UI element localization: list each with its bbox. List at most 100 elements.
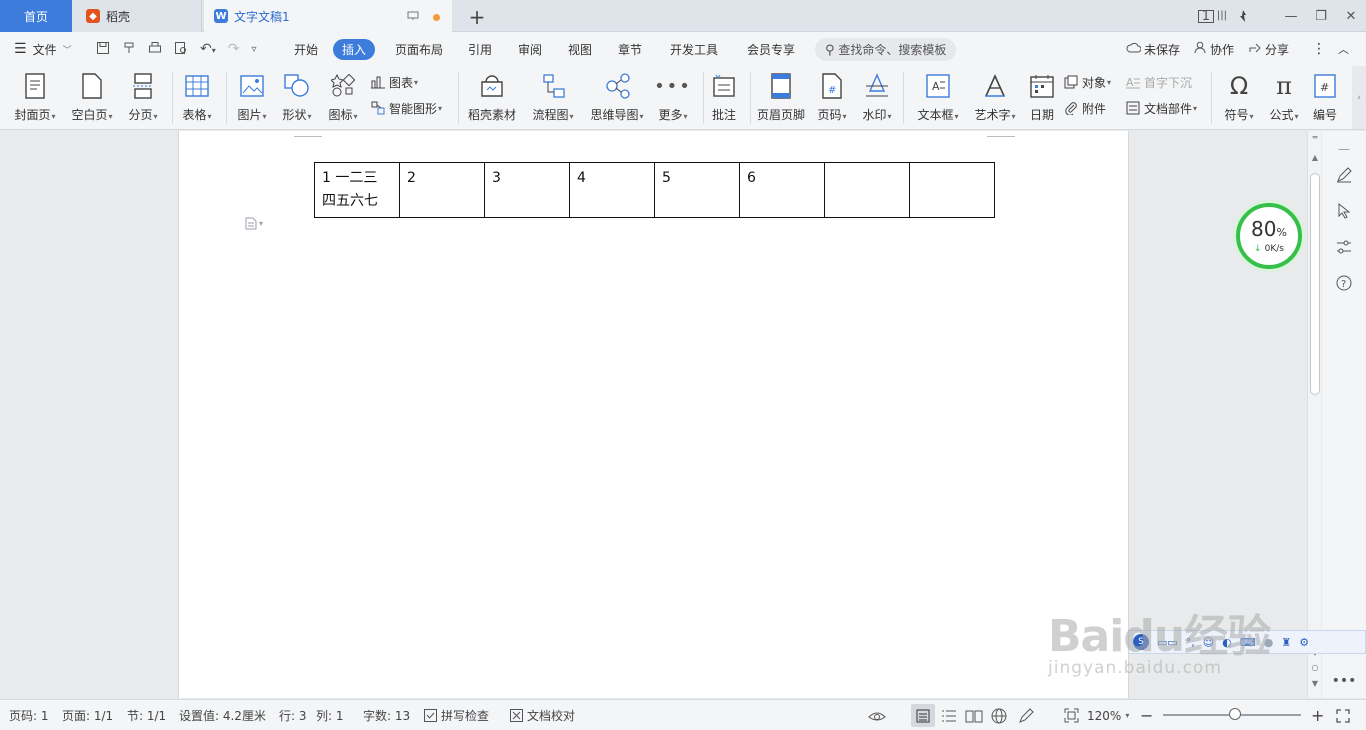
fullscreen-icon[interactable]	[1336, 700, 1350, 730]
scroll-next-icon[interactable]: ▼	[1308, 679, 1322, 688]
smart-art-button[interactable]: 智能图形 ▾	[371, 97, 442, 119]
page-break-button[interactable]: 分页▾	[114, 70, 172, 126]
redo-icon[interactable]: ↷	[228, 41, 240, 57]
proofread-button[interactable]: 文档校对	[510, 700, 575, 730]
ime-emoji-icon[interactable]: ☺	[1203, 636, 1214, 649]
cover-page-button[interactable]: 封面页▾	[6, 70, 64, 126]
numbering-button[interactable]: # 编号	[1296, 70, 1354, 126]
page-view-icon[interactable]	[911, 704, 935, 727]
table-cell[interactable]: 1 一二三 四五六七	[314, 162, 400, 218]
ime-logo-icon[interactable]: S	[1133, 634, 1149, 650]
table-cell[interactable]: 3	[484, 162, 570, 218]
comment-button[interactable]: 批注	[695, 70, 753, 126]
web-view-icon[interactable]	[991, 700, 1007, 730]
outline-view-icon[interactable]	[941, 700, 957, 730]
more-button[interactable]: ••• 更多▾	[644, 70, 702, 126]
object-button[interactable]: 对象 ▾	[1064, 71, 1111, 93]
icon-button[interactable]: 图标▾	[314, 70, 372, 126]
file-menu[interactable]: ☰ 文件 ﹀	[14, 32, 72, 66]
scrollbar-thumb[interactable]	[1310, 173, 1320, 395]
attachment-button[interactable]: 附件	[1064, 97, 1106, 119]
zoom-dropdown[interactable]: 120% ▾	[1087, 700, 1129, 730]
status-word-count[interactable]: 字数: 13	[363, 700, 410, 730]
collaborate-button[interactable]: 协作	[1194, 32, 1234, 66]
text-box-button[interactable]: A 文本框▾	[909, 70, 967, 126]
write-mode-icon[interactable]	[1018, 700, 1034, 730]
zoom-slider-handle[interactable]	[1229, 708, 1241, 720]
date-button[interactable]: 日期	[1013, 70, 1071, 126]
status-pages[interactable]: 页面: 1/1	[62, 700, 113, 730]
close-button[interactable]: ✕	[1336, 9, 1366, 24]
tab-references[interactable]: 引用	[466, 32, 494, 66]
status-position[interactable]: 设置值: 4.2厘米	[179, 700, 266, 730]
zoom-out-button[interactable]: −	[1140, 700, 1153, 730]
tab-review[interactable]: 审阅	[516, 32, 544, 66]
ime-punct-icon[interactable]: °,	[1186, 636, 1195, 649]
tab-developer[interactable]: 开发工具	[668, 32, 720, 66]
tab-docer[interactable]: ◆ 稻壳	[72, 0, 202, 32]
status-page-number[interactable]: 页码: 1	[9, 700, 49, 730]
tab-start[interactable]: 开始	[292, 32, 320, 66]
scroll-up-icon[interactable]: ▲	[1308, 153, 1322, 162]
chart-button[interactable]: 图表 ▾	[371, 71, 418, 93]
monitor-icon[interactable]	[407, 10, 419, 24]
format-painter-icon[interactable]	[122, 41, 136, 58]
document-table[interactable]: 1 一二三 四五六七 2 3 4 5 6	[314, 162, 995, 218]
help-icon[interactable]: ?	[1332, 271, 1356, 295]
table-button[interactable]: 表格▾	[168, 70, 226, 126]
command-search-box[interactable]: ⚲ 查找命令、搜索模板	[815, 37, 957, 61]
ime-settings-icon[interactable]: ⚙	[1299, 636, 1309, 649]
network-speed-widget[interactable]: 80% ↓ 0K/s	[1236, 203, 1302, 269]
pen-icon[interactable]	[1332, 163, 1356, 187]
command-search[interactable]: ⚲ 查找命令、搜索模板	[815, 32, 957, 66]
customize-toolbar-icon[interactable]: ▿	[251, 44, 256, 55]
doc-parts-button[interactable]: 文档部件 ▾	[1126, 97, 1197, 119]
paragraph-options-icon[interactable]: ▾	[245, 217, 263, 230]
tab-insert[interactable]: 插入	[333, 32, 376, 66]
select-browse-object-icon[interactable]: ○	[1308, 663, 1322, 672]
fit-page-icon[interactable]	[1064, 700, 1079, 730]
new-tab-button[interactable]: +	[466, 5, 488, 29]
window-switch-button[interactable]: 1 |||	[1198, 9, 1228, 23]
zoom-in-button[interactable]: +	[1311, 700, 1324, 730]
ribbon-scroll-right-icon[interactable]: ›	[1352, 66, 1366, 129]
share-button[interactable]: 分享	[1248, 32, 1289, 66]
pointer-icon[interactable]	[1332, 199, 1356, 223]
status-section[interactable]: 节: 1/1	[127, 700, 166, 730]
panel-collapse-icon[interactable]: —	[1332, 137, 1356, 161]
flowchart-button[interactable]: 流程图▾	[524, 70, 582, 126]
drop-cap-button[interactable]: A 首字下沉	[1126, 71, 1192, 93]
unsaved-button[interactable]: 未保存	[1126, 32, 1180, 66]
scroll-split-icon[interactable]: ═	[1308, 133, 1322, 142]
tab-member[interactable]: 会员专享	[745, 32, 797, 66]
table-cell[interactable]	[909, 162, 995, 218]
mind-map-button[interactable]: 思维导图▾	[586, 70, 648, 126]
undo-icon[interactable]: ↶▾	[200, 41, 216, 57]
tab-chapter[interactable]: 章节	[616, 32, 644, 66]
save-icon[interactable]	[96, 41, 110, 58]
table-cell[interactable]: 5	[654, 162, 740, 218]
restore-button[interactable]: ❐	[1306, 9, 1336, 24]
vertical-scrollbar[interactable]: ═ ▲ ▼ ○ ▼	[1307, 131, 1321, 698]
ime-user-icon[interactable]: ●	[1264, 636, 1274, 649]
tab-document[interactable]: W 文字文稿1	[204, 0, 452, 32]
tab-home[interactable]: 首页	[0, 0, 72, 32]
tab-view[interactable]: 视图	[566, 32, 594, 66]
print-icon[interactable]	[148, 41, 162, 58]
eye-protection-icon[interactable]	[868, 700, 886, 730]
print-preview-icon[interactable]	[174, 41, 188, 58]
blank-page-button[interactable]: 空白页▾	[63, 70, 121, 126]
spell-check-button[interactable]: 拼写检查	[424, 700, 489, 730]
skin-icon[interactable]	[1228, 9, 1258, 23]
docer-assets-button[interactable]: 稻壳素材	[463, 70, 521, 126]
table-cell[interactable]: 2	[399, 162, 485, 218]
ime-layout-icon[interactable]: ▭▭	[1157, 636, 1178, 649]
table-cell[interactable]	[824, 162, 910, 218]
settings-sliders-icon[interactable]	[1332, 235, 1356, 259]
tab-page-layout[interactable]: 页面布局	[393, 32, 445, 66]
reading-view-icon[interactable]	[965, 700, 983, 730]
more-options-icon[interactable]: •••	[1332, 669, 1357, 693]
more-menu-icon[interactable]: ⋮	[1312, 32, 1326, 66]
minimize-button[interactable]: —	[1276, 9, 1306, 24]
ime-keyboard-icon[interactable]: ⌨	[1240, 636, 1256, 649]
